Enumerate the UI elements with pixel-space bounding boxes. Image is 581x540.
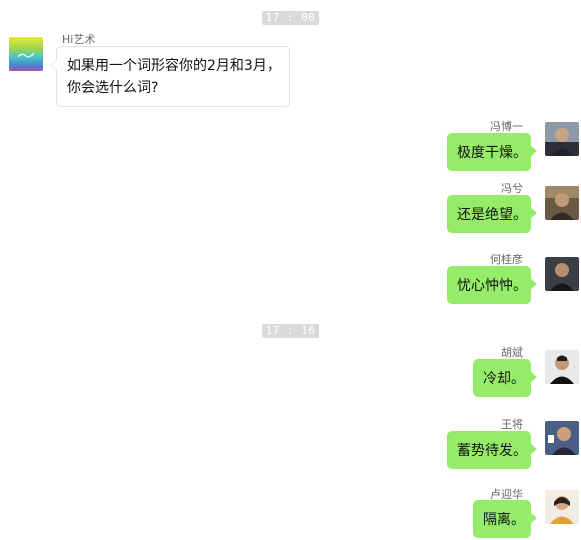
timestamp: 17 : 16 [261,324,320,338]
person-photo-icon [545,350,579,384]
avatar-reply-3[interactable] [545,257,579,291]
timestamp: 17 : 00 [261,11,320,25]
reply-bubble[interactable]: 冷却。 [473,359,537,397]
reply-sender-name: 冯兮 [501,182,523,195]
message-line: 如果用一个词形容你的2月和3月， [67,58,281,74]
person-photo-icon [545,186,579,220]
hi-art-logo-icon [9,37,43,71]
avatar-reply-2[interactable] [545,186,579,220]
reply-bubble[interactable]: 蓄势待发。 [447,431,537,469]
avatar-reply-6[interactable] [545,490,579,524]
reply-sender-name: 何桂彦 [490,253,523,266]
sender-avatar-hi-art[interactable] [9,37,43,71]
message-line: 你会选什么词? [67,80,159,96]
reply-sender-name: 王将 [501,418,523,431]
avatar-reply-4[interactable] [545,350,579,384]
reply-bubble[interactable]: 极度干燥。 [447,133,537,171]
person-photo-icon [545,257,579,291]
person-photo-icon [545,122,579,156]
person-photo-icon [545,421,579,455]
person-photo-icon [545,490,579,524]
avatar-reply-1[interactable] [545,122,579,156]
reply-sender-name: 冯博一 [490,120,523,133]
reply-bubble[interactable]: 忧心忡忡。 [447,266,537,304]
incoming-message-bubble[interactable]: 如果用一个词形容你的2月和3月， 你会选什么词? [50,46,290,107]
sender-name: Hi艺术 [62,33,96,46]
reply-bubble[interactable]: 隔离。 [473,500,537,538]
reply-sender-name: 胡斌 [501,346,523,359]
avatar-reply-5[interactable] [545,421,579,455]
reply-bubble[interactable]: 还是绝望。 [447,195,537,233]
